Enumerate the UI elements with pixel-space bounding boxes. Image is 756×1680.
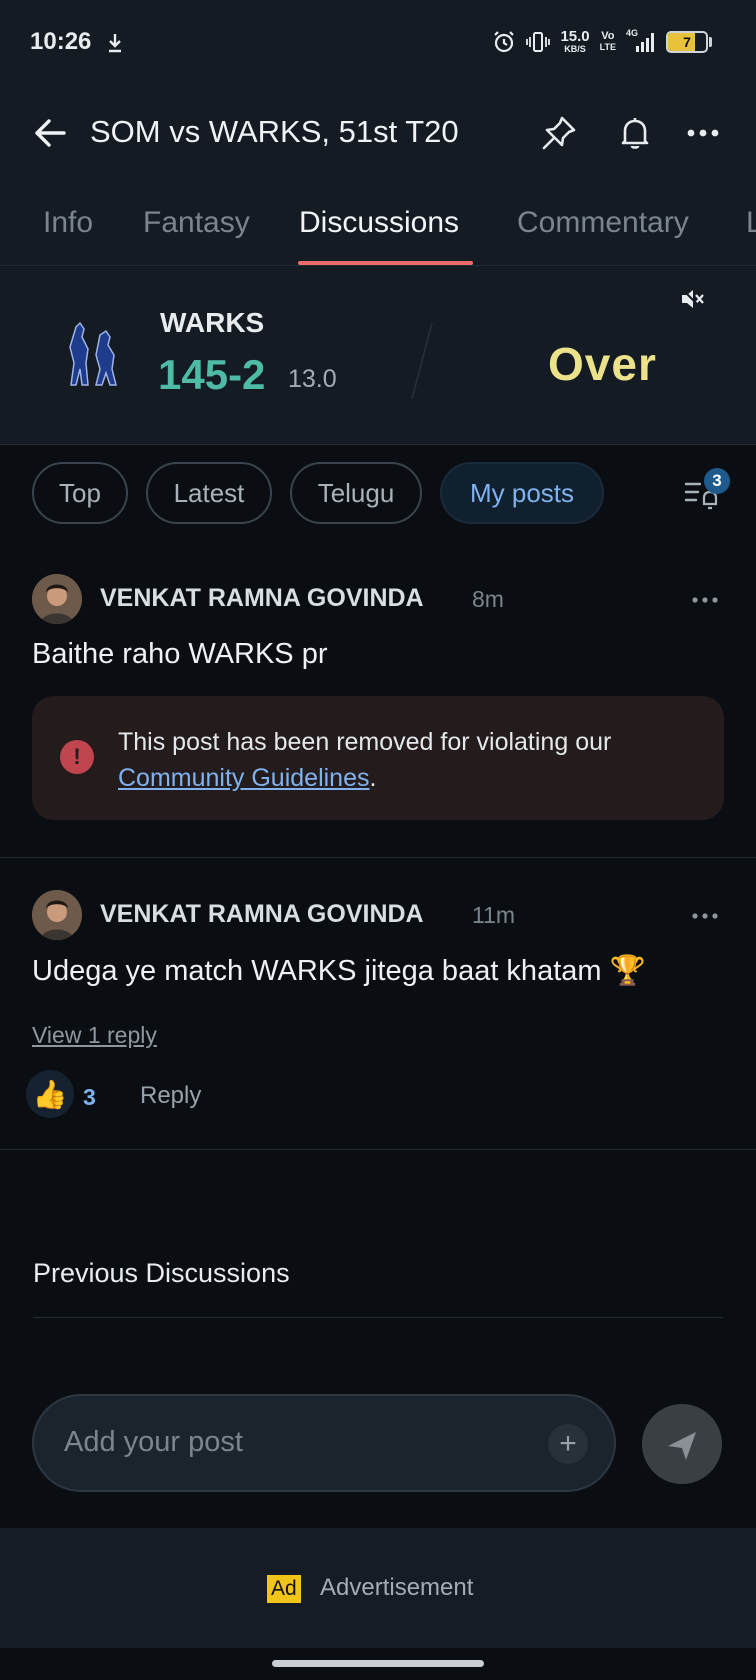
removed-message: This post has been removed for violating… xyxy=(118,728,612,792)
filter-telugu[interactable]: Telugu xyxy=(290,462,422,524)
team-name: WARKS xyxy=(160,307,265,338)
post-composer[interactable]: Add your post + xyxy=(32,1394,616,1492)
ad-badge: Ad xyxy=(267,1575,301,1603)
tab-fantasy[interactable]: Fantasy xyxy=(143,206,250,240)
avatar[interactable] xyxy=(32,890,82,940)
filter-my-posts[interactable]: My posts xyxy=(440,462,604,524)
bell-icon[interactable] xyxy=(614,112,656,154)
advertisement-area[interactable]: Ad Advertisement xyxy=(0,1528,756,1648)
like-count: 3 xyxy=(83,1084,96,1110)
status-time: 10:26 xyxy=(30,28,92,55)
previous-discussions-heading[interactable]: Previous Discussions xyxy=(33,1258,290,1289)
signal-icon: 4G xyxy=(626,28,656,54)
download-icon xyxy=(109,34,121,53)
tab-info[interactable]: Info xyxy=(43,206,93,240)
thumbs-up-icon: 👍 xyxy=(32,1078,68,1110)
status-icons: 15.0 KB/S Vo LTE 4G 7 xyxy=(492,26,712,58)
send-button[interactable] xyxy=(642,1404,722,1484)
match-status: Over xyxy=(548,338,657,390)
net-speed: 15.0 KB/S xyxy=(560,28,590,54)
pin-icon[interactable] xyxy=(538,112,580,154)
volte-indicator: Vo LTE xyxy=(599,30,616,53)
post-more-icon[interactable] xyxy=(690,595,720,605)
filter-chips: Top Latest Telugu My posts xyxy=(0,462,756,526)
reply-button[interactable]: Reply xyxy=(140,1082,201,1110)
composer-input[interactable]: Add your post xyxy=(64,1426,243,1459)
post-more-icon[interactable] xyxy=(690,911,720,921)
alert-icon: ! xyxy=(60,740,94,774)
post-author[interactable]: VENKAT RAMNA GOVINDA xyxy=(100,584,424,613)
match-title: SOM vs WARKS, 51st T20 xyxy=(90,114,459,149)
tab-commentary[interactable]: Commentary xyxy=(517,206,689,240)
ad-label: Advertisement xyxy=(320,1574,474,1601)
post-card: VENKAT RAMNA GOVINDA 11m Udega ye match … xyxy=(0,858,756,1150)
mute-speaker-icon[interactable] xyxy=(678,285,706,313)
battery-nub xyxy=(709,37,712,47)
tab-truncated[interactable]: L xyxy=(746,206,756,240)
match-tabs: Info Fantasy Discussions Commentary L xyxy=(0,190,756,266)
status-bar: 10:26 15.0 KB/S Vo LTE 4G 7 xyxy=(0,0,756,90)
filter-top[interactable]: Top xyxy=(32,462,128,524)
avatar[interactable] xyxy=(32,574,82,624)
post-author[interactable]: VENKAT RAMNA GOVINDA xyxy=(100,900,424,929)
post-text: Baithe raho WARKS pr xyxy=(32,638,328,670)
active-tab-indicator xyxy=(298,261,473,265)
post-card: VENKAT RAMNA GOVINDA 8m Baithe raho WARK… xyxy=(0,540,756,858)
more-options-icon[interactable] xyxy=(682,112,724,154)
battery-icon: 7 xyxy=(666,31,708,53)
back-arrow-icon[interactable] xyxy=(30,112,72,154)
like-button[interactable]: 👍 xyxy=(26,1070,74,1118)
removed-notice: ! This post has been removed for violati… xyxy=(32,696,724,820)
filter-latest[interactable]: Latest xyxy=(146,462,272,524)
view-replies-link[interactable]: View 1 reply xyxy=(32,1022,157,1049)
community-guidelines-link[interactable]: Community Guidelines xyxy=(118,764,370,792)
team-runs: 145-2 xyxy=(158,351,266,398)
vibrate-icon xyxy=(526,32,551,52)
alarm-icon xyxy=(494,31,515,53)
filter-count-badge: 3 xyxy=(704,468,730,494)
post-time: 11m xyxy=(472,902,516,928)
post-time: 8m xyxy=(472,586,504,612)
add-attachment-icon[interactable]: + xyxy=(548,1424,588,1464)
team-overs: 13.0 xyxy=(288,365,337,393)
divider xyxy=(33,1317,723,1318)
app-header: SOM vs WARKS, 51st T20 xyxy=(0,90,756,176)
home-indicator[interactable] xyxy=(272,1660,484,1667)
score-divider xyxy=(411,322,433,400)
score-card[interactable]: WARKS 145-2 13.0 Over xyxy=(0,267,756,445)
tab-discussions[interactable]: Discussions xyxy=(299,206,459,240)
team-bear-logo-icon xyxy=(69,321,117,386)
post-text: Udega ye match WARKS jitega baat khatam … xyxy=(32,955,646,987)
